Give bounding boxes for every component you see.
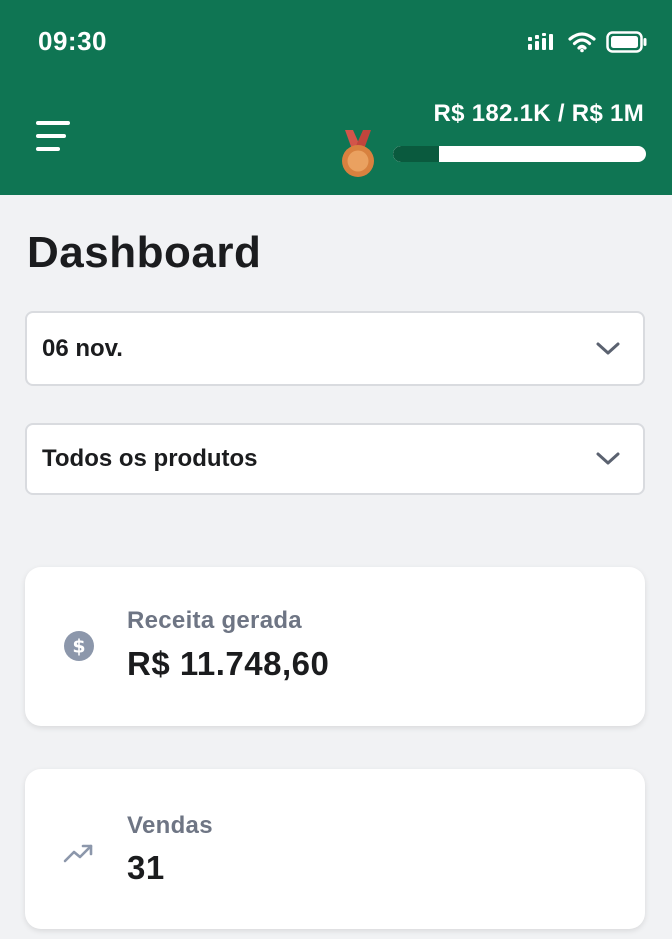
revenue-label: Receita gerada (127, 607, 302, 634)
date-select-value: 06 nov. (42, 334, 123, 362)
sales-label: Vendas (127, 812, 213, 839)
status-icons (528, 28, 648, 56)
revenue-goal-progress-bar (393, 146, 646, 162)
battery-icon (606, 31, 647, 53)
hamburger-menu-icon[interactable] (36, 121, 72, 151)
page-title: Dashboard (27, 228, 262, 277)
svg-text:$: $ (72, 636, 85, 658)
chevron-down-icon (596, 342, 620, 354)
progress-fill (393, 146, 440, 162)
app-header: 09:30 R$ 182.1K / R$ 1M (0, 0, 672, 195)
sales-value: 31 (127, 849, 165, 886)
sales-card: Vendas 31 (25, 769, 645, 929)
signal-icon (528, 33, 553, 50)
dollar-circle-icon: $ (64, 631, 94, 661)
trending-up-icon (63, 844, 93, 863)
revenue-value: R$ 11.748,60 (127, 645, 330, 682)
bronze-medal-icon (342, 130, 374, 177)
product-select-value: Todos os produtos (42, 445, 258, 472)
status-time: 09:30 (38, 26, 107, 56)
revenue-card: $ Receita gerada R$ 11.748,60 (25, 567, 645, 726)
product-select[interactable]: Todos os produtos (25, 423, 645, 495)
revenue-goal-text: R$ 182.1K / R$ 1M (433, 100, 644, 127)
wifi-icon (568, 32, 596, 53)
chevron-down-icon (596, 452, 620, 465)
date-select[interactable]: 06 nov. (25, 311, 645, 386)
